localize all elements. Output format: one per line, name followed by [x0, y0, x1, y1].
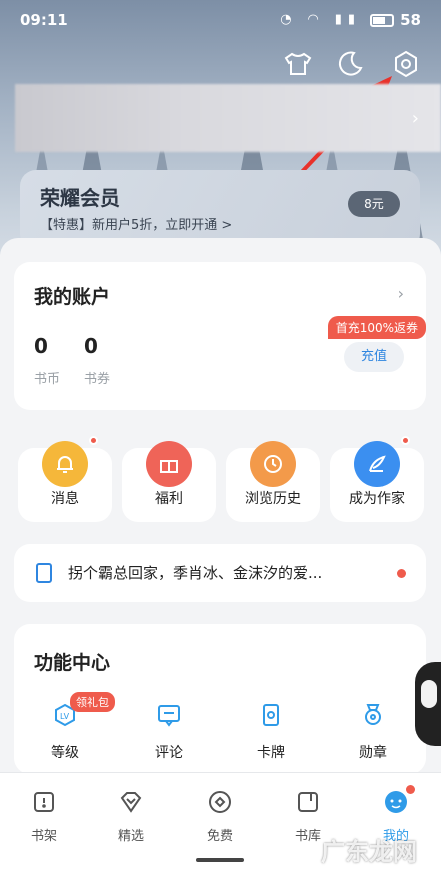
clock-icon	[250, 441, 296, 487]
function-card[interactable]: 卡牌	[236, 702, 306, 762]
quick-action-label: 消息	[51, 491, 79, 507]
vip-title: 荣耀会员	[40, 186, 120, 210]
medal-icon	[365, 704, 381, 725]
vip-subtitle[interactable]: 【特惠】新用户5折，立即开通 >	[40, 214, 232, 233]
function-medal[interactable]: 勋章	[338, 702, 408, 762]
reading-notice[interactable]: 拐个霸总回家，季肖冰、金沫汐的爱...	[14, 544, 426, 602]
recharge-button[interactable]: 充值	[344, 342, 404, 372]
quick-action-become-writer[interactable]: 成为作家	[330, 436, 424, 522]
diamond-icon	[120, 792, 142, 813]
home-indicator[interactable]	[196, 858, 244, 862]
function-label: 评论	[155, 745, 183, 761]
settings-icon[interactable]	[390, 48, 422, 80]
quick-action-history[interactable]: 浏览历史	[226, 441, 320, 522]
book-voucher-value: 0	[84, 334, 98, 358]
profile-chevron-icon[interactable]: ›	[412, 108, 419, 129]
bell-icon	[42, 441, 88, 487]
quick-action-label: 福利	[155, 491, 183, 507]
book-voucher-label: 书券	[84, 372, 111, 387]
function-label: 勋章	[359, 745, 387, 761]
comment-icon	[158, 705, 180, 727]
user-profile-bar[interactable]	[15, 84, 441, 152]
card-icon	[263, 704, 279, 726]
quick-action-label: 浏览历史	[245, 491, 301, 507]
svg-text:LV: LV	[60, 712, 70, 721]
coin-icon	[209, 791, 231, 813]
notice-text: 拐个霸总回家，季肖冰、金沫汐的爱...	[68, 564, 323, 582]
signal-icons: ◔ ◠ ▮▮	[280, 12, 361, 27]
night-mode-icon[interactable]	[334, 48, 366, 80]
notification-dot	[401, 436, 410, 445]
book-coin-stat[interactable]: 0 书币	[34, 334, 60, 387]
penguin-mascot[interactable]	[415, 662, 441, 746]
quill-icon	[354, 441, 400, 487]
book-voucher-stat[interactable]: 0 书券	[84, 334, 110, 387]
promo-tag: 首充100%返券	[327, 316, 426, 339]
tab-label: 书架	[30, 829, 57, 844]
tab-label: 免费	[206, 829, 233, 844]
status-bar: 09:11 ◔ ◠ ▮▮ 58	[0, 0, 441, 40]
tab-label: 精选	[117, 829, 144, 844]
book-coin-label: 书币	[34, 372, 61, 387]
chevron-right-icon[interactable]: ›	[398, 284, 404, 303]
bookshelf-icon	[34, 792, 54, 812]
function-center-card: 功能中心 LV 等级 评论 卡牌 勋章 领礼包	[14, 624, 426, 774]
battery-icon	[370, 13, 395, 27]
gift-pack-badge: 领礼包	[70, 692, 115, 712]
tab-featured[interactable]: 精选	[96, 789, 166, 844]
account-title: 我的账户	[34, 286, 111, 308]
watermark-text: 广东龙网	[321, 838, 417, 866]
notification-dot	[397, 569, 406, 578]
vip-price-badge[interactable]: 8元	[348, 191, 400, 217]
gift-icon	[146, 441, 192, 487]
function-comment[interactable]: 评论	[134, 702, 204, 762]
battery-indicator: 58	[370, 11, 421, 29]
skin-icon[interactable]	[282, 48, 314, 80]
tab-bookshelf[interactable]: 书架	[9, 789, 79, 844]
function-label: 卡牌	[257, 745, 285, 761]
notification-dot	[406, 785, 415, 794]
function-label: 等级	[51, 745, 79, 761]
library-icon	[298, 792, 318, 812]
quick-action-welfare[interactable]: 福利	[122, 441, 216, 522]
book-coin-value: 0	[34, 334, 48, 358]
battery-level: 58	[400, 11, 421, 29]
tab-free[interactable]: 免费	[185, 789, 255, 844]
status-time: 09:11	[20, 11, 68, 29]
account-card[interactable]: 我的账户 › 0 书币 0 书券 首充100%返券 充值	[14, 262, 426, 410]
profile-icon	[385, 791, 407, 813]
quick-action-messages[interactable]: 消息	[18, 436, 112, 522]
book-icon	[36, 563, 52, 583]
function-center-title: 功能中心	[34, 652, 111, 674]
notification-dot	[89, 436, 98, 445]
quick-action-label: 成为作家	[349, 491, 405, 507]
